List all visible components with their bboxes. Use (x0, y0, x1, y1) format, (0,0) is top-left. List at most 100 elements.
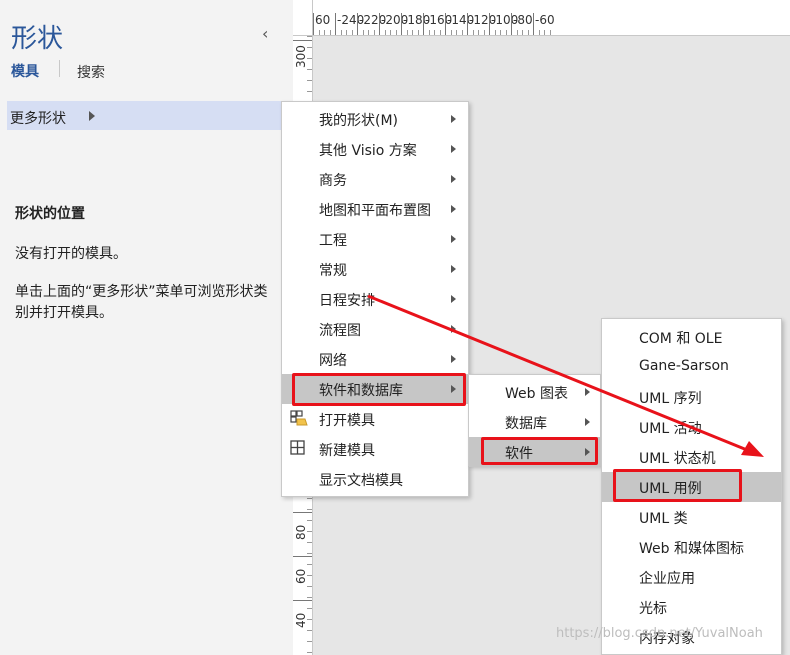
menu1-item[interactable]: 其他 Visio 方案 (282, 134, 468, 164)
more-shapes-label: 更多形状 (10, 111, 66, 127)
ruler-tick-label: 300 (294, 45, 308, 68)
ruler-minor-tick (412, 30, 413, 35)
menu3-item-label: Web 和媒体图标 (639, 541, 744, 557)
menu3-item[interactable]: UML 活动 (602, 412, 781, 442)
ruler-minor-tick (516, 30, 518, 35)
chevron-right-icon (451, 265, 456, 273)
ruler-corner (293, 0, 313, 36)
ruler-minor-tick (406, 30, 408, 35)
ruler-minor-tick (307, 575, 312, 576)
ruler-minor-tick (494, 30, 496, 35)
ruler-minor-tick (478, 30, 479, 35)
menu3-item[interactable]: Web 和媒体图标 (602, 532, 781, 562)
ruler-minor-tick (307, 498, 312, 499)
open-stencil-icon (290, 410, 308, 426)
chevron-right-icon (451, 325, 456, 333)
menu3-item[interactable]: 光标 (602, 592, 781, 622)
ruler-minor-tick (549, 30, 551, 35)
menu3-item[interactable]: UML 状态机 (602, 442, 781, 472)
ruler-minor-tick (395, 30, 397, 35)
ruler-minor-tick (346, 30, 347, 35)
ruler-minor-tick (456, 30, 457, 35)
ruler-minor-tick (307, 597, 312, 598)
ruler-minor-tick (417, 30, 419, 35)
menu1-item-label: 我的形状(M) (319, 113, 399, 129)
menu3-item[interactable]: COM 和 OLE (602, 322, 781, 352)
collapse-pane-icon[interactable]: ‹ (262, 24, 268, 43)
menu3-item-label: COM 和 OLE (639, 331, 723, 347)
horizontal-ruler[interactable]: 60 -240 -220 -200 -180 -160 -140 -120 -100 -80 -60 (313, 0, 790, 36)
menu3-item-label: 企业应用 (639, 571, 695, 587)
ruler-minor-tick (307, 520, 312, 521)
menu3-item[interactable]: UML 序列 (602, 382, 781, 412)
menu1-item[interactable]: 打开模具 (282, 404, 468, 434)
ruler-minor-tick (472, 30, 474, 35)
ruler-minor-tick (307, 553, 312, 554)
menu3-item-label: UML 序列 (639, 391, 702, 407)
menu1-item[interactable]: 常规 (282, 254, 468, 284)
ruler-tick-label: -80 (513, 13, 533, 27)
menu1-item[interactable]: 日程安排 (282, 284, 468, 314)
more-shapes-menu: 我的形状(M) 其他 Visio 方案商务地图和平面布置图 工程 常规 日程安排 流程图网… (281, 101, 469, 497)
ruler-minor-tick (329, 30, 331, 35)
ruler-minor-tick (307, 69, 312, 70)
menu1-item[interactable]: 新建模具 (282, 434, 468, 464)
menu1-item[interactable]: 商务 (282, 164, 468, 194)
menu3-item[interactable]: 企业应用 (602, 562, 781, 592)
ruler-minor-tick (368, 30, 369, 35)
menu1-item[interactable]: 工程 (282, 224, 468, 254)
ruler-tick-label: 60 (294, 568, 308, 584)
tab-stencils[interactable]: 模具 (11, 61, 39, 81)
ruler-minor-tick (434, 30, 435, 35)
ruler-minor-tick (307, 58, 312, 59)
ruler-tick (293, 600, 312, 601)
menu3-item-label: 光标 (639, 601, 667, 617)
menu1-item-label: 新建模具 (319, 443, 375, 459)
menu3-item-label: UML 状态机 (639, 451, 716, 467)
menu2-item[interactable]: Web 图表 (469, 377, 600, 407)
ruler-minor-tick (362, 30, 364, 35)
menu1-item-label: 网络 (319, 353, 347, 369)
more-shapes-button[interactable]: 更多形状 (7, 101, 281, 130)
ruler-minor-tick (307, 630, 312, 631)
menu3-item-label: UML 活动 (639, 421, 702, 437)
highlight-box-software-database (292, 373, 466, 406)
tab-search[interactable]: 搜索 (77, 62, 105, 82)
ruler-minor-tick (544, 30, 545, 35)
ruler-minor-tick (483, 30, 485, 35)
menu1-item[interactable]: 网络 (282, 344, 468, 374)
chevron-right-icon (89, 111, 95, 121)
menu1-item[interactable]: 我的形状(M) (282, 104, 468, 134)
ruler-minor-tick (324, 30, 325, 35)
tab-divider (59, 60, 60, 77)
watermark: https://blog.csdn.net/YuvalNoah (556, 626, 763, 641)
ruler-minor-tick (538, 30, 540, 35)
ruler-minor-tick (307, 91, 312, 92)
no-stencil-text: 没有打开的模具。 (15, 246, 127, 262)
menu3-item-label: Gane-Sarson (639, 358, 729, 374)
pane-title: 形状 (11, 24, 64, 54)
menu1-item[interactable]: 显示文档模具 (282, 464, 468, 494)
shapes-pane: 形状 ‹ 模具 搜索 更多形状 形状的位置 没有打开的模具。 单击上面的“更多形… (0, 0, 293, 655)
ruler-minor-tick (351, 30, 353, 35)
menu3-item-label: UML 类 (639, 511, 688, 527)
ruler-minor-tick (439, 30, 441, 35)
ruler-minor-tick (307, 619, 312, 620)
menu1-item[interactable]: 地图和平面布置图 (282, 194, 468, 224)
ruler-tick (293, 556, 312, 557)
chevron-right-icon (451, 235, 456, 243)
ruler-minor-tick (461, 30, 463, 35)
ruler-minor-tick (307, 608, 312, 609)
menu1-item-label: 商务 (319, 173, 347, 189)
ruler-minor-tick (307, 80, 312, 81)
ruler-minor-tick (307, 564, 312, 565)
ruler-tick (293, 512, 312, 513)
menu2-item[interactable]: 数据库 (469, 407, 600, 437)
menu3-item[interactable]: UML 类 (602, 502, 781, 532)
menu3-item[interactable]: Gane-Sarson (602, 352, 781, 382)
menu1-item[interactable]: 流程图 (282, 314, 468, 344)
ruler-minor-tick (307, 36, 312, 37)
ruler-tick-label: 80 (294, 524, 308, 540)
shape-location-heading: 形状的位置 (15, 206, 85, 222)
chevron-right-icon (585, 418, 590, 426)
